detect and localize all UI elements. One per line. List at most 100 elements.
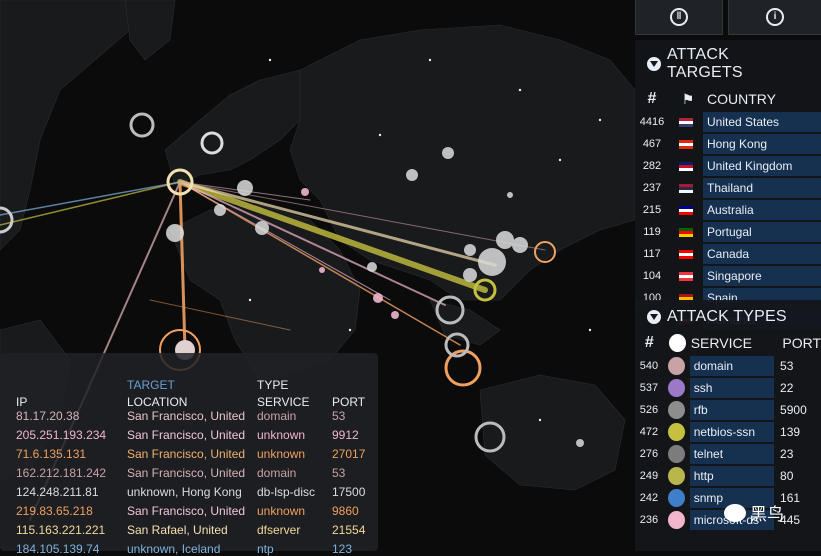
feed-ip: 81.17.20.38: [16, 409, 80, 423]
targets-list: 4416 United States 467 Hong Kong 282 United K…: [635, 112, 821, 330]
feed-service: dfserver: [257, 524, 301, 537]
service-color-icon: [667, 356, 685, 375]
service-header: SERVICE: [690, 335, 752, 351]
target-country: Hong Kong: [703, 134, 821, 154]
feed-location: San Francisco, United States: [127, 505, 246, 518]
types-table-header: # SERVICE PORT: [635, 332, 821, 354]
type-service: telnet: [689, 443, 775, 464]
info-icon: i: [766, 8, 784, 26]
feed-port: 17500: [332, 485, 366, 499]
type-service: domain: [689, 355, 775, 376]
feed-port: 27017: [332, 447, 366, 461]
flag-icon: ⚑: [681, 90, 695, 107]
attack-types-title: ATTACK TYPES: [667, 308, 787, 325]
info-button[interactable]: i: [728, 0, 821, 35]
attack-targets-title: ATTACK TARGETS: [667, 46, 743, 81]
feed-port: 53: [332, 466, 346, 480]
type-count: 276: [639, 447, 659, 460]
service-color-icon: [667, 400, 685, 419]
attack-targets-header[interactable]: ATTACK TARGETS: [635, 40, 821, 88]
type-port: 53: [780, 358, 794, 373]
feed-ip: 184.105.139.74: [16, 542, 100, 556]
attack-types-header[interactable]: ATTACK TYPES: [635, 300, 821, 332]
feed-ip: 162.212.181.242: [16, 466, 107, 480]
target-country: United Kingdom: [703, 156, 821, 176]
service-color-icon: [667, 466, 685, 485]
type-port: 22: [780, 380, 794, 395]
target-row: 4416 United States: [635, 112, 821, 132]
count-header: #: [644, 334, 654, 351]
target-row: 237 Thailand: [635, 178, 821, 198]
target-count: 104: [642, 270, 662, 282]
feed-service: ntp: [257, 543, 274, 556]
ip-header: IP: [16, 395, 28, 409]
type-count: 242: [639, 491, 659, 504]
target-count: 117: [643, 248, 661, 260]
wechat-icon: [724, 503, 746, 522]
type-count: 472: [639, 425, 659, 438]
service-color-icon: [667, 422, 685, 441]
color-icon: [668, 334, 686, 352]
type-count: 526: [639, 403, 659, 416]
attack-type-row: 526 rfb 5900: [635, 399, 821, 420]
attack-type-row: 472 netbios-ssn 139: [635, 421, 821, 442]
type-header: TYPE: [257, 378, 289, 392]
watermark: 黑鸟: [724, 500, 784, 525]
feed-service: unknown: [257, 505, 306, 518]
feed-ip: 124.248.211.81: [16, 485, 99, 499]
collapse-icon: [647, 57, 661, 71]
feed-location: San Francisco, United States: [127, 429, 246, 442]
target-count: 237: [642, 182, 662, 194]
country-flag-icon: [679, 205, 693, 215]
port-header: PORT: [782, 335, 821, 351]
feed-location: San Francisco, United States: [127, 467, 246, 480]
type-port: 5900: [780, 402, 807, 417]
feed-port: 9912: [332, 428, 359, 442]
pause-icon: ‖: [670, 8, 688, 26]
attack-targets-panel: ATTACK TARGETS # ⚑ COUNTRY 4416 United St…: [635, 40, 821, 330]
feed-location: San Francisco, United States: [127, 410, 246, 423]
feed-location: San Rafael, United States: [127, 524, 228, 537]
service-header: SERVICE: [257, 395, 310, 409]
country-flag-icon: [679, 271, 693, 281]
target-country: Portugal: [703, 222, 821, 242]
pause-button[interactable]: ‖: [635, 0, 723, 35]
type-service: netbios-ssn: [689, 421, 775, 442]
country-flag-icon: [679, 183, 693, 193]
feed-ip: 71.6.135.131: [16, 447, 87, 461]
feed-ip: 205.251.193.234: [16, 428, 107, 442]
target-row: 215 Australia: [635, 200, 821, 220]
feed-ip: 219.83.65.218: [16, 504, 93, 518]
target-count: 467: [642, 138, 662, 150]
service-color-icon: [667, 378, 685, 397]
attack-type-row: 249 http 80: [635, 465, 821, 486]
target-row: 104 Singapore: [635, 266, 821, 286]
port-header: PORT: [332, 395, 366, 409]
type-service: http: [689, 465, 775, 486]
type-port: 80: [780, 468, 794, 483]
feed-service: db-lsp-disc: [257, 486, 316, 499]
type-port: 139: [780, 424, 801, 439]
feed-port: 53: [332, 409, 346, 423]
target-row: 119 Portugal: [635, 222, 821, 242]
country-flag-icon: [679, 249, 693, 259]
feed-location: unknown, Iceland: [127, 543, 221, 556]
count-header: #: [647, 90, 657, 107]
target-country: United States: [703, 112, 821, 132]
country-flag-icon: [679, 227, 693, 237]
target-country: Singapore: [703, 266, 821, 286]
type-count: 236: [639, 513, 659, 526]
service-color-icon: [667, 488, 685, 507]
type-count: 537: [639, 381, 659, 394]
type-count: 249: [639, 469, 659, 482]
attack-type-row: 537 ssh 22: [635, 377, 821, 398]
service-color-icon: [667, 444, 685, 463]
type-port: 23: [780, 446, 794, 461]
target-count: 119: [643, 226, 661, 238]
attack-type-row: 276 telnet 23: [635, 443, 821, 464]
collapse-icon: [647, 310, 661, 324]
country-flag-icon: [679, 161, 693, 171]
watermark-text: 黑鸟: [750, 505, 784, 524]
target-row: 117 Canada: [635, 244, 821, 264]
attack-type-row: 540 domain 53: [635, 355, 821, 376]
